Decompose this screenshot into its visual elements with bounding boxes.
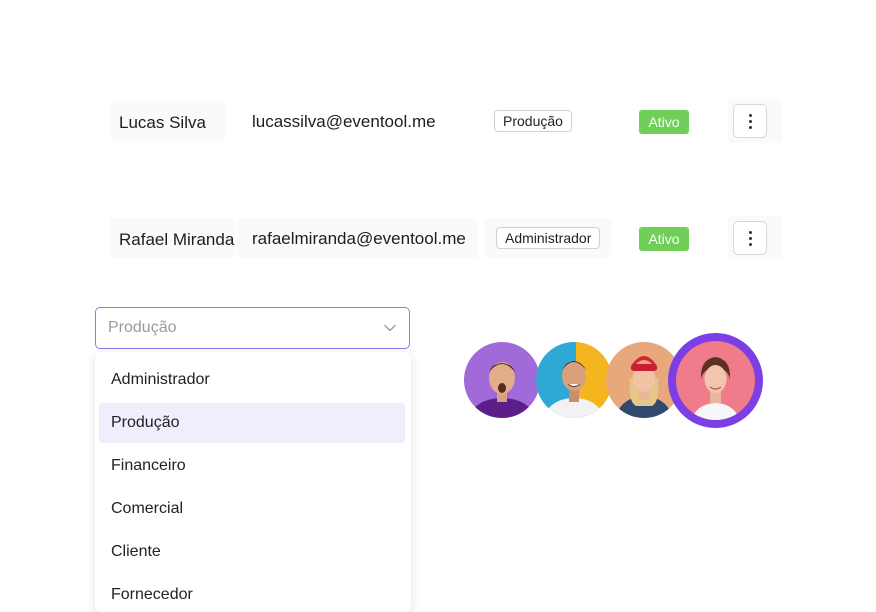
role-option[interactable]: Comercial bbox=[99, 489, 405, 529]
row-menu-button[interactable] bbox=[733, 221, 767, 255]
user-name: Lucas Silva bbox=[119, 113, 206, 132]
avatar[interactable] bbox=[536, 342, 612, 418]
role-option[interactable]: Administrador bbox=[99, 360, 405, 400]
vertical-dots-icon bbox=[748, 230, 752, 246]
avatar-selected[interactable] bbox=[676, 341, 755, 420]
role-option[interactable]: Cliente bbox=[99, 532, 405, 572]
role-option-selected[interactable]: Produção bbox=[99, 403, 405, 443]
row-menu-button[interactable] bbox=[733, 104, 767, 138]
role-option[interactable]: Financeiro bbox=[99, 446, 405, 486]
user-row: Lucas Silva lucassilva@eventool.me Produ… bbox=[0, 97, 876, 145]
role-badge: Administrador bbox=[496, 227, 601, 249]
role-badge: Produção bbox=[494, 110, 572, 132]
status-badge: Ativo bbox=[639, 110, 689, 134]
role-select[interactable]: Produção bbox=[95, 307, 410, 349]
role-select-value: Produção bbox=[108, 319, 177, 336]
role-option[interactable]: Fornecedor bbox=[99, 575, 405, 612]
user-name: Rafael Miranda bbox=[119, 230, 235, 249]
user-email: rafaelmiranda@eventool.me bbox=[252, 229, 466, 248]
user-row: Rafael Miranda rafaelmiranda@eventool.me… bbox=[0, 214, 876, 262]
chevron-down-icon bbox=[384, 324, 396, 332]
user-email: lucassilva@eventool.me bbox=[252, 112, 436, 131]
avatar[interactable] bbox=[464, 342, 540, 418]
role-dropdown-menu: Administrador Produção Financeiro Comerc… bbox=[95, 352, 411, 612]
vertical-dots-icon bbox=[748, 113, 752, 129]
status-badge: Ativo bbox=[639, 227, 689, 251]
